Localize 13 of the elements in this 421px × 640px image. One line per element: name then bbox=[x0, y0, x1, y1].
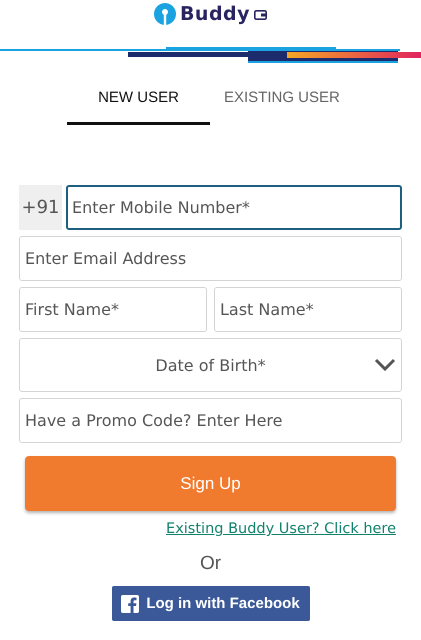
facebook-login-button[interactable]: Log in with Facebook bbox=[112, 586, 310, 621]
facebook-icon bbox=[121, 594, 140, 612]
logo-text: Buddy bbox=[180, 3, 250, 25]
existing-user-link[interactable]: Existing Buddy User? Click here bbox=[166, 521, 396, 537]
input-field[interactable]: Enter Mobile Number* bbox=[66, 185, 402, 230]
separator-text: Or bbox=[200, 553, 222, 575]
logo-icon bbox=[154, 3, 176, 25]
chevron-down-icon bbox=[374, 358, 396, 371]
tab[interactable]: EXISTING USER bbox=[210, 72, 354, 125]
country-code: +91 bbox=[19, 185, 62, 230]
date-of-birth-dropdown[interactable]: Date of Birth* bbox=[19, 338, 402, 392]
wallet-icon bbox=[254, 8, 268, 20]
tab[interactable]: NEW USER bbox=[67, 72, 210, 125]
